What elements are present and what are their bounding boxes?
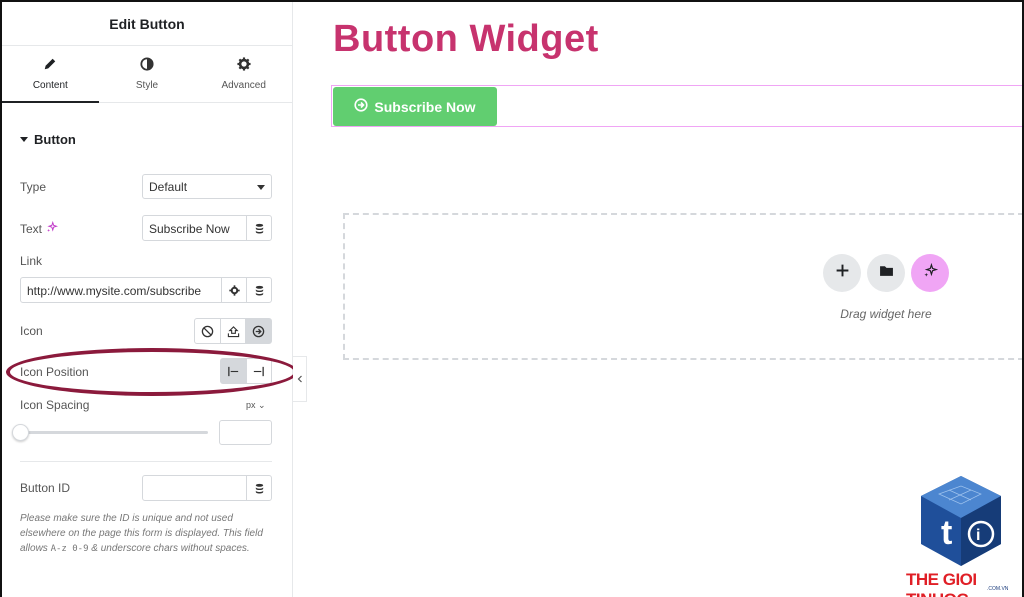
unit-selector[interactable]: px ⌄ [246, 400, 266, 411]
before-icon[interactable] [221, 359, 247, 383]
button-id-field[interactable] [142, 475, 272, 501]
ai-generate-button[interactable] [911, 254, 949, 292]
caret-down-icon [20, 137, 28, 142]
panel-title: Edit Button [2, 2, 292, 46]
unit-value: px [246, 400, 256, 410]
add-section-button[interactable] [823, 254, 861, 292]
icon-label: Icon [20, 324, 43, 338]
tab-style-label: Style [135, 80, 159, 91]
type-label: Type [20, 180, 47, 194]
page-title: Button Widget [333, 18, 599, 60]
ai-sparkle-icon [923, 262, 938, 283]
text-field-value[interactable]: Subscribe Now [143, 216, 246, 240]
add-template-button[interactable] [867, 254, 905, 292]
link-options-gear-icon[interactable] [221, 278, 246, 302]
divider [20, 461, 272, 462]
tab-content[interactable]: Content [2, 46, 99, 103]
icon-position-label: Icon Position [20, 365, 89, 379]
type-select-value: Default [149, 180, 188, 194]
subscribe-button[interactable]: Subscribe Now [333, 87, 497, 126]
tab-advanced[interactable]: Advanced [195, 46, 292, 102]
after-icon[interactable] [247, 359, 272, 383]
text-label-row: Text [20, 220, 59, 236]
watermark-text: THE GIOI TINHOC [906, 570, 977, 597]
icon-spacing-slider-handle[interactable] [12, 424, 29, 441]
section-title: Button [34, 132, 76, 147]
dynamic-tags-icon[interactable] [246, 278, 271, 302]
section-toggle-button[interactable]: Button [20, 132, 76, 147]
gear-icon [237, 57, 251, 74]
text-label: Text [20, 221, 43, 236]
tab-style[interactable]: Style [99, 46, 196, 102]
chevron-left-icon [296, 370, 304, 388]
icon-spacing-label: Icon Spacing [20, 398, 90, 412]
dynamic-tags-icon[interactable] [246, 476, 271, 500]
plus-icon [835, 263, 850, 283]
link-label: Link [20, 254, 43, 268]
half-circle-icon [140, 57, 154, 74]
ai-sparkle-icon[interactable] [46, 220, 59, 236]
text-field[interactable]: Subscribe Now [142, 215, 272, 241]
tab-advanced-label: Advanced [221, 80, 266, 91]
link-field[interactable]: http://www.mysite.com/subscribe [20, 277, 272, 303]
help-code: A-z 0-9 [50, 544, 89, 554]
icon-position-choices [220, 358, 272, 384]
circle-arrow-right-icon[interactable] [246, 319, 272, 343]
type-select[interactable]: Default [142, 174, 272, 199]
drop-zone-text: Drag widget here [840, 307, 932, 321]
upload-icon[interactable] [221, 319, 247, 343]
dynamic-tags-icon[interactable] [246, 216, 271, 240]
icon-spacing-input[interactable] [219, 420, 272, 445]
subscribe-button-label: Subscribe Now [374, 98, 476, 115]
svg-text:i: i [976, 527, 980, 544]
watermark-subtext: .COM.VN [987, 586, 1009, 592]
panel-tabs: Content Style Advanced [2, 46, 292, 103]
link-field-value[interactable]: http://www.mysite.com/subscribe [21, 278, 221, 302]
tab-content-label: Content [32, 80, 68, 91]
none-icon[interactable] [195, 319, 221, 343]
chevron-down-icon [257, 185, 265, 190]
icon-choices [194, 318, 272, 344]
button-id-label: Button ID [20, 481, 71, 495]
watermark-logo: t i [921, 476, 1001, 566]
button-id-value[interactable] [143, 476, 246, 500]
svg-text:t: t [941, 514, 952, 552]
folder-icon [879, 263, 894, 283]
help-after: & underscore chars without spaces. [88, 543, 250, 554]
pencil-icon [43, 57, 57, 74]
icon-spacing-slider-track[interactable] [20, 431, 208, 434]
chevron-down-icon: ⌄ [258, 400, 266, 410]
button-id-help-text: Please make sure the ID is unique and no… [20, 511, 270, 557]
collapse-panel-button[interactable] [293, 356, 307, 402]
circle-arrow-right-icon [354, 98, 369, 115]
